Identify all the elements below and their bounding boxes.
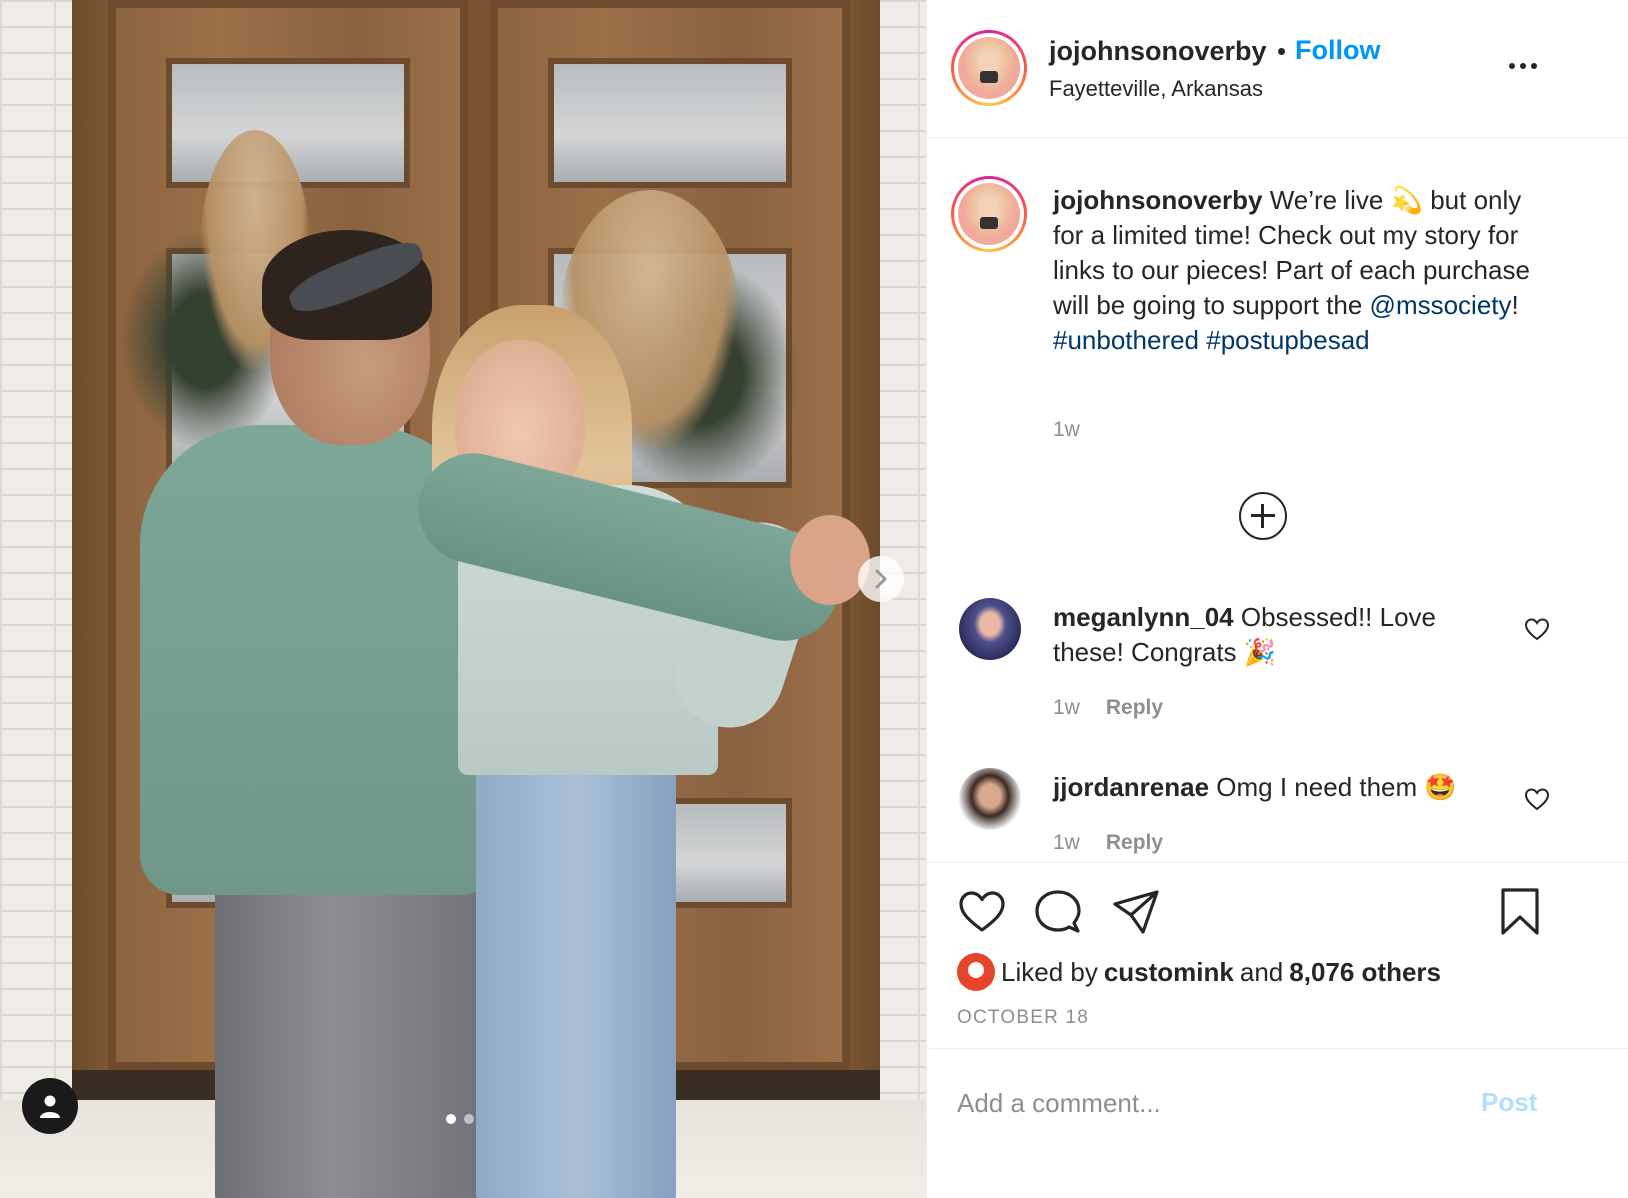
reply-button[interactable]: Reply — [1106, 696, 1163, 720]
carousel-dot-active — [446, 1114, 456, 1124]
heart-icon[interactable] — [1523, 616, 1551, 642]
carousel-dot — [464, 1114, 474, 1124]
post-actions: Liked by customink and 8,076 others OCTO… — [927, 862, 1628, 1048]
share-paper-plane-icon[interactable] — [1111, 887, 1161, 937]
dizzy-emoji: 💫 — [1390, 185, 1423, 215]
comment: meganlynn_04 Obsessed!! Love these! Cong… — [1053, 600, 1513, 670]
man-jeans — [215, 865, 505, 1198]
heart-icon[interactable] — [1523, 786, 1551, 812]
hands — [790, 515, 870, 605]
caption-author-avatar[interactable] — [951, 176, 1027, 252]
comment-body: Omg I need them — [1216, 772, 1418, 802]
post-header: jojohnsonoverby • Follow Fayetteville, A… — [927, 0, 1628, 138]
comment-meta: 1w Reply — [1053, 831, 1163, 855]
door-window — [548, 58, 792, 188]
liked-by-username[interactable]: customink — [1104, 957, 1234, 988]
post-comment-button[interactable]: Post — [1481, 1087, 1537, 1118]
star-struck-emoji: 🤩 — [1424, 772, 1457, 802]
post-photo[interactable] — [0, 0, 962, 1198]
liked-and: and — [1239, 956, 1284, 987]
user-icon — [40, 1095, 60, 1118]
party-popper-emoji: 🎉 — [1243, 637, 1277, 667]
caption-username[interactable]: jojohnsonoverby — [1053, 185, 1262, 215]
comment-bubble-icon[interactable] — [1033, 887, 1083, 937]
commenter-avatar[interactable] — [959, 768, 1021, 830]
hashtag-link[interactable]: #postupbesad — [1206, 325, 1369, 355]
likes-count-link[interactable]: 8,076 others — [1289, 957, 1441, 988]
post-location[interactable]: Fayetteville, Arkansas — [1049, 76, 1263, 102]
author-avatar[interactable] — [951, 30, 1027, 106]
liked-prefix: Liked by — [1001, 956, 1098, 987]
more-horizontal-icon — [1509, 63, 1515, 69]
chevron-right-icon — [875, 569, 887, 589]
post-caption: jojohnsonoverby We’re live 💫 but only fo… — [1053, 183, 1553, 358]
carousel-indicator — [446, 1114, 474, 1124]
commenter-avatar[interactable] — [959, 598, 1021, 660]
author-username[interactable]: jojohnsonoverby — [1049, 36, 1267, 67]
hashtag-link[interactable]: #unbothered — [1053, 325, 1199, 355]
comment-timestamp: 1w — [1053, 696, 1080, 719]
bookmark-icon[interactable] — [1495, 887, 1545, 937]
comment-composer: Post — [927, 1048, 1628, 1198]
caption-timestamp: 1w — [1053, 418, 1080, 441]
comment: jjordanrenae Omg I need them 🤩 — [1053, 770, 1513, 805]
comment-input[interactable] — [957, 1079, 1457, 1127]
load-more-comments-button[interactable] — [1239, 492, 1287, 540]
mention-link[interactable]: @mssociety — [1370, 290, 1512, 320]
more-options-button[interactable] — [1509, 56, 1541, 76]
comment-timestamp: 1w — [1053, 831, 1080, 854]
post-details-panel: jojohnsonoverby • Follow Fayetteville, A… — [926, 0, 1628, 1198]
comment-username[interactable]: meganlynn_04 — [1053, 602, 1234, 632]
post-date[interactable]: OCTOBER 18 — [957, 1007, 1089, 1029]
liker-avatar[interactable] — [957, 953, 995, 991]
likes-summary: Liked by customink and 8,076 others — [957, 953, 1441, 991]
caption-text: We’re live — [1269, 185, 1384, 215]
comment-meta: 1w Reply — [1053, 696, 1163, 720]
woman-jeans — [476, 745, 676, 1198]
header-separator: • — [1277, 36, 1287, 66]
caption-text: ! — [1511, 290, 1519, 320]
next-slide-button[interactable] — [858, 556, 904, 602]
reply-button[interactable]: Reply — [1106, 831, 1163, 855]
follow-button[interactable]: Follow — [1295, 35, 1380, 66]
comment-username[interactable]: jjordanrenae — [1053, 772, 1209, 802]
like-heart-icon[interactable] — [957, 887, 1007, 937]
tagged-users-button[interactable] — [22, 1078, 78, 1134]
